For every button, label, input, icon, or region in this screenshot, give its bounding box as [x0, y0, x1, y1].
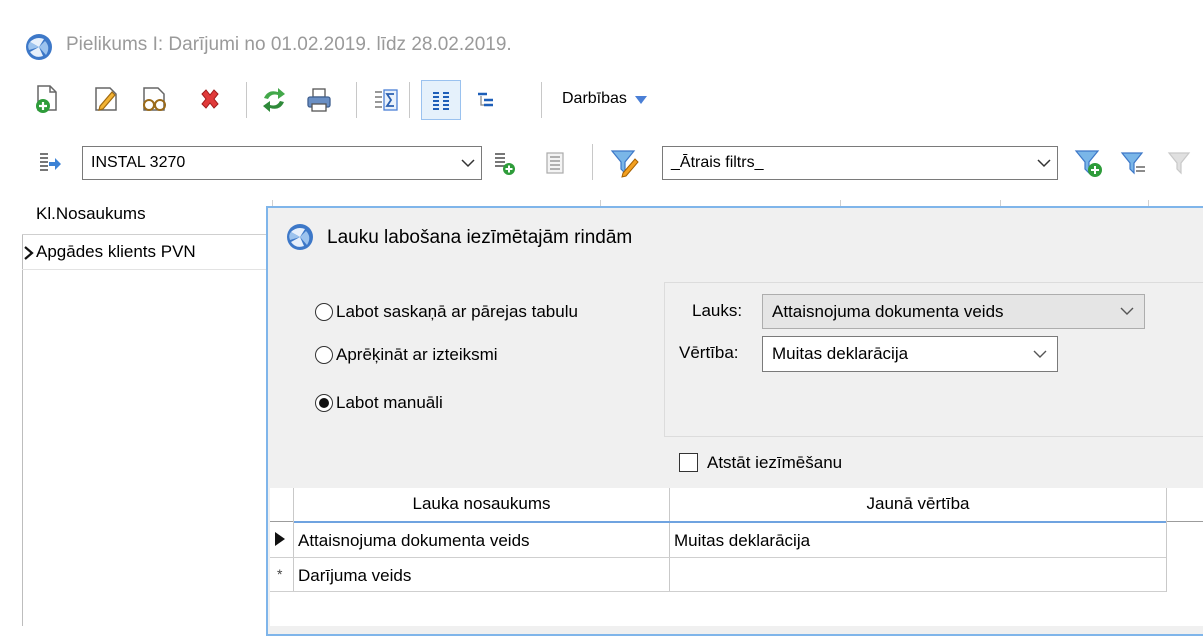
add-list-icon[interactable] [489, 148, 519, 178]
value-select-value: Muitas deklarācija [772, 344, 909, 363]
radio-button[interactable] [315, 346, 333, 364]
filter-edit-icon[interactable] [608, 146, 642, 180]
add-filter-icon[interactable] [1072, 146, 1106, 180]
new-row-marker: * [277, 566, 283, 582]
toolbar-separator [592, 144, 593, 180]
sum-icon[interactable] [370, 85, 400, 115]
column-header-name[interactable]: Kl.Nosaukums [36, 204, 146, 224]
field-select-value: Attaisnojuma dokumenta veids [772, 301, 1004, 321]
field-label: Lauks: [692, 301, 743, 320]
toolbar-separator [246, 82, 247, 118]
current-row-pointer-icon [274, 531, 286, 552]
chevron-down-icon [634, 96, 647, 104]
radio-label: Aprēķināt ar izteiksmi [336, 345, 498, 364]
radio-label: Labot manuāli [336, 393, 443, 412]
view-icon[interactable] [138, 83, 170, 115]
app-logo-icon [285, 222, 315, 252]
quick-filter-value: _Ātrais filtrs_ [671, 154, 764, 171]
refresh-icon[interactable] [259, 85, 289, 115]
table-cell[interactable]: Muitas deklarācija [674, 531, 810, 551]
toolbar-separator [356, 82, 357, 118]
field-select[interactable]: Attaisnojuma dokumenta veids [762, 294, 1145, 329]
list-icon[interactable] [540, 148, 570, 178]
edit-icon[interactable] [91, 83, 121, 115]
chevron-down-icon[interactable] [455, 147, 481, 179]
object-selector-value: INSTAL 3270 [91, 154, 186, 171]
object-selector[interactable]: INSTAL 3270 [82, 146, 482, 180]
table-cell[interactable]: Apgādes klients PVN [36, 242, 196, 262]
chevron-down-icon[interactable] [1023, 350, 1057, 359]
columns-icon[interactable] [421, 80, 461, 120]
toolbar-separator [409, 82, 410, 118]
actions-menu-label: Darbības [562, 90, 627, 107]
radio-transition-table[interactable]: Labot saskaņā ar pārejas tabulu [315, 302, 578, 322]
keep-selection-label: Atstāt iezīmēšanu [707, 453, 843, 472]
new-document-icon[interactable] [32, 83, 62, 115]
table-cell[interactable]: Attaisnojuma dokumenta veids [298, 531, 530, 551]
dialog-title: Lauku labošana iezīmētajām rindām [327, 227, 633, 248]
radio-manual[interactable]: Labot manuāli [315, 393, 443, 413]
keep-selection-checkbox[interactable] [679, 453, 698, 472]
quick-filter-select[interactable]: _Ātrais filtrs_ [662, 146, 1058, 180]
row-pointer-icon [24, 246, 34, 265]
clear-filter-icon[interactable] [1164, 148, 1198, 178]
toolbar-separator [541, 82, 542, 118]
chevron-down-icon[interactable] [1110, 307, 1144, 316]
value-select[interactable]: Muitas deklarācija [762, 336, 1058, 372]
radio-expression[interactable]: Aprēķināt ar izteiksmi [315, 345, 498, 365]
chevron-down-icon[interactable] [1031, 147, 1057, 179]
value-label: Vērtība: [679, 343, 739, 362]
tree-icon[interactable] [471, 85, 501, 115]
table-cell[interactable]: Darījuma veids [298, 566, 411, 586]
print-icon[interactable] [304, 85, 334, 115]
app-logo-icon [24, 32, 54, 62]
column-header-new-value[interactable]: Jaunā vērtība [670, 494, 1166, 514]
window-title: Pielikums I: Darījumi no 01.02.2019. līd… [66, 34, 512, 55]
import-icon[interactable] [34, 148, 64, 178]
column-header-field-name[interactable]: Lauka nosaukums [294, 494, 669, 514]
radio-button-selected[interactable] [315, 394, 333, 412]
filter-icon[interactable] [1118, 148, 1148, 178]
radio-label: Labot saskaņā ar pārejas tabulu [336, 302, 578, 321]
radio-button[interactable] [315, 303, 333, 321]
actions-menu[interactable]: Darbības [562, 82, 647, 116]
delete-icon[interactable] [195, 85, 225, 115]
